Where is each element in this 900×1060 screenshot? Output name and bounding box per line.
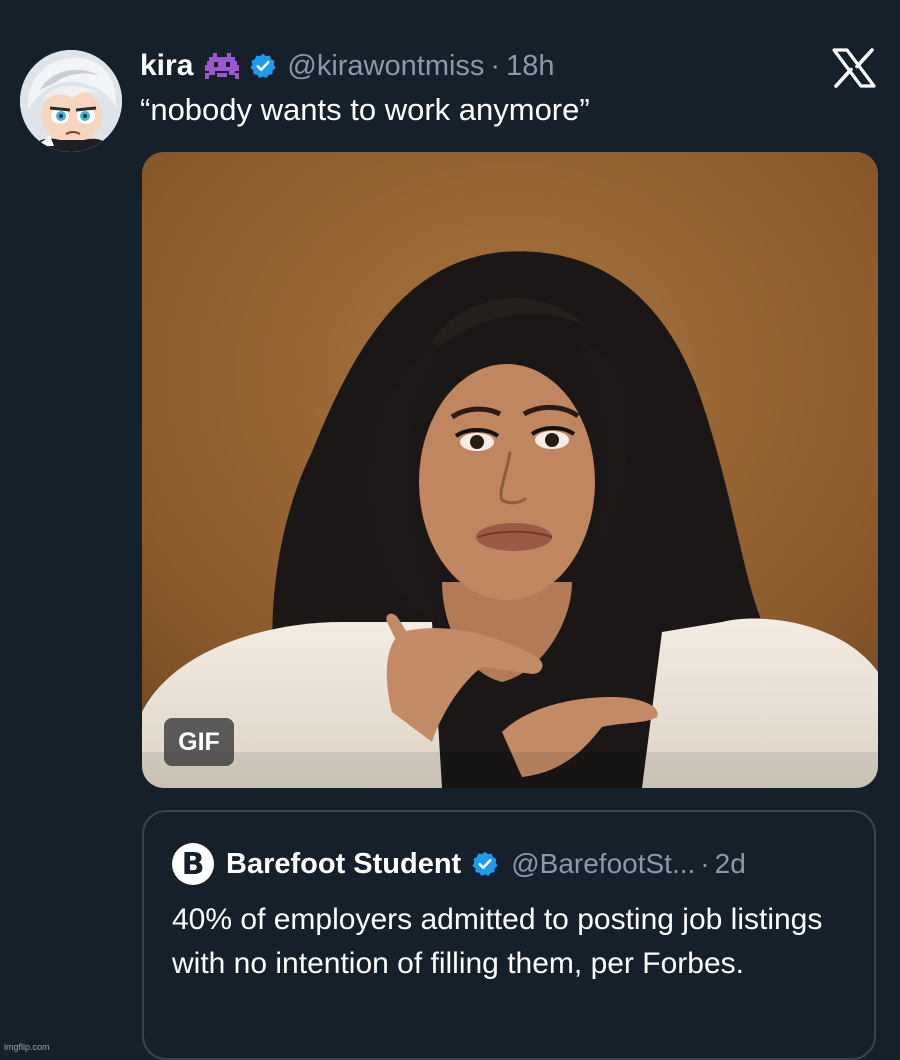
quoted-avatar[interactable]: B	[172, 843, 214, 885]
watermark: imgflip.com	[4, 1042, 50, 1052]
quoted-tweet-text: 40% of employers admitted to posting job…	[172, 903, 823, 980]
separator-dot: ·	[700, 848, 710, 879]
tweet-media-gif[interactable]: GIF	[142, 152, 878, 788]
quoted-timestamp[interactable]: 2d	[715, 848, 746, 880]
gif-image	[142, 152, 878, 788]
handle[interactable]: @kirawontmiss	[287, 50, 484, 83]
tweet-header: kira @kirawontmiss · 18h	[140, 44, 554, 88]
quoted-display-name[interactable]: Barefoot Student	[226, 848, 461, 881]
quoted-tweet-header: B Barefoot Student @BarefootSt... · 2d	[172, 843, 746, 885]
x-logo-icon[interactable]	[832, 48, 876, 88]
timestamp[interactable]: 18h	[506, 50, 554, 83]
quoted-avatar-letter: B	[181, 846, 205, 882]
avatar[interactable]	[20, 50, 122, 152]
separator-dot: ·	[490, 49, 501, 82]
quoted-tweet[interactable]: B Barefoot Student @BarefootSt... · 2d 4…	[142, 810, 876, 1060]
gif-badge: GIF	[164, 718, 234, 766]
verified-badge-icon	[471, 850, 499, 878]
tweet-text: “nobody wants to work anymore”	[140, 92, 590, 127]
display-name[interactable]: kira	[140, 49, 193, 83]
alien-monster-icon	[205, 51, 240, 81]
verified-badge-icon	[249, 52, 277, 80]
quoted-handle[interactable]: @BarefootSt...	[511, 848, 695, 880]
